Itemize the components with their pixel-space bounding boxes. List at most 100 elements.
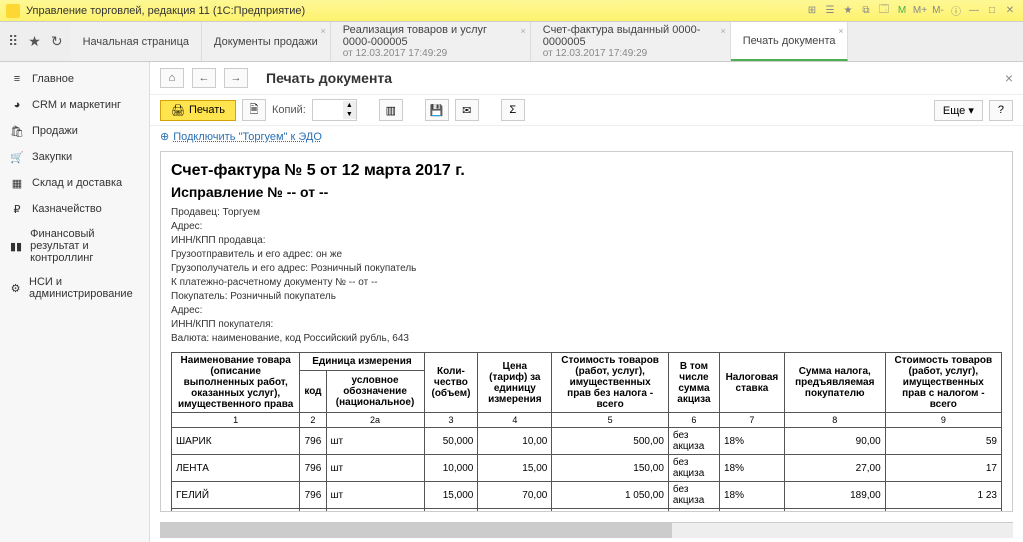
preview-button[interactable]: 🗎 xyxy=(242,99,266,121)
tab-invoice[interactable]: Счет-фактура выданный 0000-0000005 от 12… xyxy=(531,22,731,61)
save-button[interactable]: 💾 xyxy=(425,99,449,121)
money-icon: ₽ xyxy=(10,202,24,216)
sum-button[interactable]: Σ xyxy=(501,99,525,121)
th-unit-code: код xyxy=(300,370,326,412)
close-icon[interactable]: ✕ xyxy=(1003,4,1017,18)
help-button[interactable]: ? xyxy=(989,100,1013,121)
th-tax: Сумма налога, предъявляемая покупателю xyxy=(784,353,885,413)
doc-subtitle: Исправление № -- от -- xyxy=(171,184,1002,200)
tab-close-icon[interactable]: × xyxy=(320,26,325,36)
sidebar-label: CRM и маркетинг xyxy=(32,99,121,111)
tabbar-nav: ⠿ ★ ↻ xyxy=(0,22,71,61)
tab-label: Документы продажи xyxy=(214,36,318,48)
maximize-icon[interactable]: □ xyxy=(985,4,999,18)
sidebar-label: Склад и доставка xyxy=(32,177,122,189)
sys-icon[interactable]: ★ xyxy=(841,4,855,18)
sys-icon[interactable]: ☰ xyxy=(823,4,837,18)
sys-icon[interactable]: M+ xyxy=(913,4,927,18)
sidebar-label: Казначейство xyxy=(32,203,102,215)
main-area: ≡ Главное ◕ CRM и маркетинг 🛍Продажи 🛒 Заку… xyxy=(0,62,1023,542)
cart-icon: 🛒 xyxy=(10,150,24,164)
more-label: Еще xyxy=(943,105,965,117)
tab-bar: ⠿ ★ ↻ Начальная страница Документы прода… xyxy=(0,22,1023,62)
home-button[interactable]: ⌂ xyxy=(160,68,184,88)
tab-docs[interactable]: Документы продажи × xyxy=(202,22,331,61)
tabs: Начальная страница Документы продажи × Р… xyxy=(71,22,1023,61)
th-price: Цена (тариф) за единицу измерения xyxy=(478,353,552,413)
spinner-up-icon[interactable]: ▲ xyxy=(343,101,356,110)
pie-icon: ◕ xyxy=(10,98,24,112)
th-cost: Стоимость товаров (работ, услуг), имущес… xyxy=(552,353,669,413)
th-name: Наименование товара (описание выполненны… xyxy=(172,353,300,413)
tab-label: Реализация товаров и услуг 0000-000005 xyxy=(343,24,518,48)
doc-meta: Продавец: ТоргуемАдрес:ИНН/КПП продавца:… xyxy=(171,206,1002,346)
mail-button[interactable]: ✉ xyxy=(455,99,479,121)
tab-close-icon[interactable]: × xyxy=(720,26,725,36)
apps-icon[interactable]: ⠿ xyxy=(8,33,18,50)
bars-icon: ▮▮ xyxy=(10,239,22,253)
sidebar-item-warehouse[interactable]: ▦ Склад и доставка xyxy=(0,170,149,196)
tab-home[interactable]: Начальная страница xyxy=(71,22,202,61)
minimize-icon[interactable]: — xyxy=(967,4,981,18)
horizontal-scrollbar[interactable] xyxy=(160,522,1013,538)
star-icon[interactable]: ★ xyxy=(28,33,41,50)
copies-spinner[interactable]: ▲▼ xyxy=(312,99,357,121)
sidebar-item-treasury[interactable]: ₽ Казначейство xyxy=(0,196,149,222)
table-row: ЛЕНТА796шт10,00015,00150,00без акциза18%… xyxy=(172,455,1002,482)
page-title: Печать документа xyxy=(266,70,392,86)
sys-icon[interactable]: M- xyxy=(931,4,945,18)
grid-icon: ▦ xyxy=(10,176,24,190)
window-controls: ⊞ ☰ ★ ⧉ 🗔 M M+ M- ⓘ — □ ✕ xyxy=(805,4,1017,18)
tab-label: Начальная страница xyxy=(83,36,189,48)
window-titlebar: Управление торговлей, редакция 11 (1С:Пр… xyxy=(0,0,1023,22)
scrollbar-thumb[interactable] xyxy=(160,523,672,538)
sys-icon[interactable]: ⧉ xyxy=(859,4,873,18)
sys-icon[interactable]: M xyxy=(895,4,909,18)
sys-icon[interactable]: ⓘ xyxy=(949,4,963,18)
sidebar-item-sales[interactable]: 🛍Продажи xyxy=(0,118,149,144)
sys-icon[interactable]: 🗔 xyxy=(877,4,891,18)
tab-label: Печать документа xyxy=(743,35,836,47)
content-header: ⌂ ← → Печать документа × xyxy=(150,62,1023,95)
print-button[interactable]: 🖨 Печать xyxy=(160,100,236,121)
copies-label: Копий: xyxy=(272,104,306,116)
sidebar-item-purchases[interactable]: 🛒 Закупки xyxy=(0,144,149,170)
menu-icon: ≡ xyxy=(10,72,24,86)
edo-link[interactable]: Подключить "Торгуем" к ЭДО xyxy=(173,131,322,143)
sidebar-item-main[interactable]: ≡ Главное xyxy=(0,66,149,92)
page-close-icon[interactable]: × xyxy=(1005,70,1013,86)
sidebar-item-fin[interactable]: ▮▮ Финансовый результат и контроллинг xyxy=(0,222,149,270)
tab-label: Счет-фактура выданный 0000-0000005 xyxy=(543,24,718,48)
sidebar-label: Финансовый результат и контроллинг xyxy=(30,228,139,264)
link-icon: ⊕ xyxy=(160,130,169,143)
printer-icon: 🖨 xyxy=(171,104,185,117)
sidebar-label: Закупки xyxy=(32,151,72,163)
th-unit-name: условное обозначение (национальное) xyxy=(326,370,424,412)
tab-close-icon[interactable]: × xyxy=(520,26,525,36)
th-total: Стоимость товаров (работ, услуг), имущес… xyxy=(885,353,1001,413)
history-icon[interactable]: ↻ xyxy=(51,33,63,50)
doc-title: Счет-фактура № 5 от 12 марта 2017 г. xyxy=(171,162,1002,180)
sidebar-label: Главное xyxy=(32,73,74,85)
tab-realization[interactable]: Реализация товаров и услуг 0000-000005 о… xyxy=(331,22,531,61)
th-qty: Коли-чество (объем) xyxy=(424,353,478,413)
th-rate: Налоговая ставка xyxy=(719,353,784,413)
more-button[interactable]: Еще ▾ xyxy=(934,100,983,121)
spinner-down-icon[interactable]: ▼ xyxy=(343,110,356,119)
tool-button[interactable]: ▥ xyxy=(379,99,403,121)
sidebar-label: НСИ и администрирование xyxy=(29,276,139,300)
forward-button[interactable]: → xyxy=(224,68,248,88)
tab-print[interactable]: Печать документа × xyxy=(731,22,849,61)
sidebar-item-crm[interactable]: ◕ CRM и маркетинг xyxy=(0,92,149,118)
sidebar-item-nsi[interactable]: ⚙ НСИ и администрирование xyxy=(0,270,149,306)
table-row: ШАРИК796шт50,00010,00500,00без акциза18%… xyxy=(172,428,1002,455)
sys-icon[interactable]: ⊞ xyxy=(805,4,819,18)
back-button[interactable]: ← xyxy=(192,68,216,88)
gear-icon: ⚙ xyxy=(10,281,21,295)
bag-icon: 🛍 xyxy=(10,124,24,138)
tab-close-icon[interactable]: × xyxy=(838,26,843,36)
tab-sublabel: от 12.03.2017 17:49:29 xyxy=(343,48,518,59)
document-preview[interactable]: Счет-фактура № 5 от 12 марта 2017 г. Исп… xyxy=(160,151,1013,512)
th-unit: Единица измерения xyxy=(300,353,424,371)
table-row: Доставка до адреса796шт1,0001 200,001 20… xyxy=(172,509,1002,513)
